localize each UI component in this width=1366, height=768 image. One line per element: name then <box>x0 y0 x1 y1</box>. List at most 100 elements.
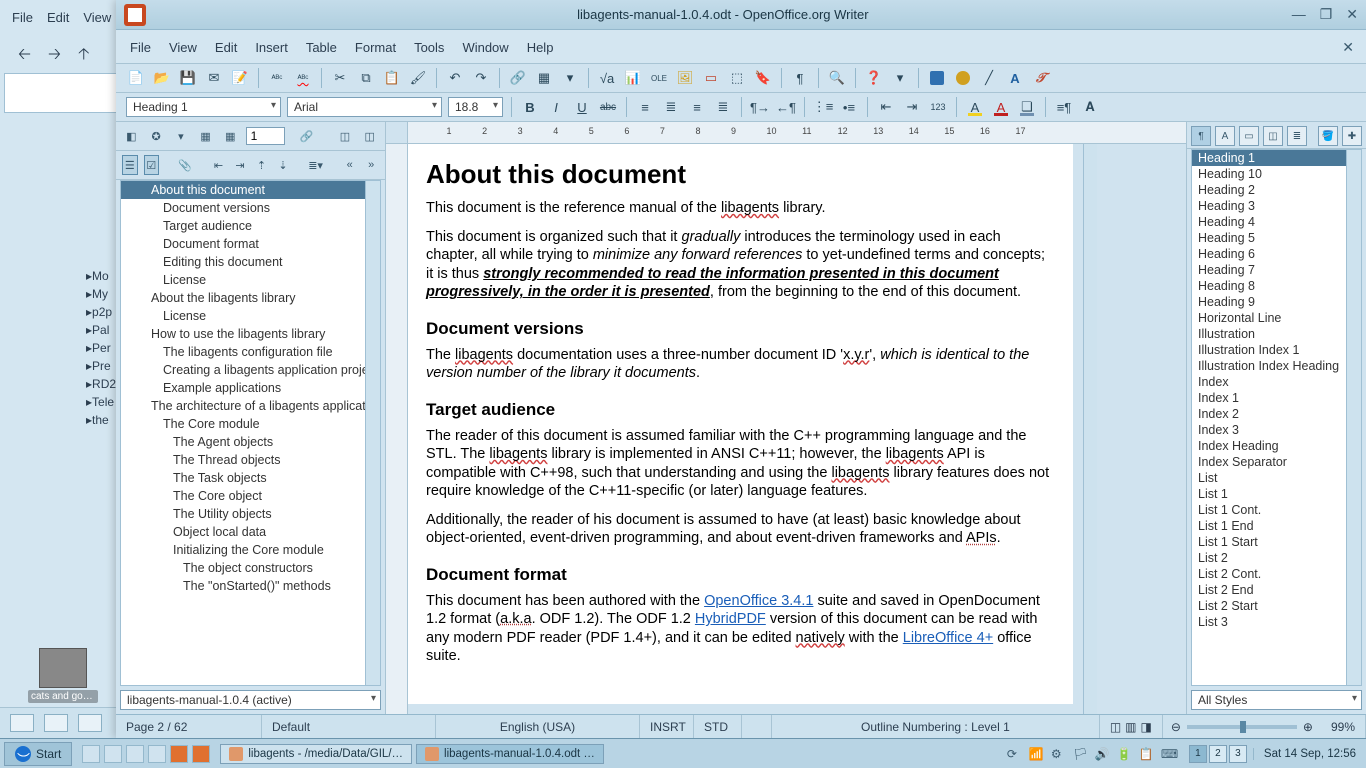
underline-button[interactable]: U <box>572 97 592 117</box>
text-shape-icon[interactable]: A <box>1005 68 1025 88</box>
style-list-item[interactable]: Illustration Index Heading <box>1192 358 1361 374</box>
navigator-outline-item[interactable]: About the libagents library <box>121 289 380 307</box>
navigator-outline-item[interactable]: The Thread objects <box>121 451 380 469</box>
edit-file-icon[interactable]: 📝 <box>230 68 250 88</box>
navigator-outline-item[interactable]: The "onStarted()" methods <box>121 577 380 595</box>
back-icon[interactable]: 🡠 <box>18 43 38 63</box>
style-list-item[interactable]: Index 3 <box>1192 422 1361 438</box>
fontwork-icon[interactable]: 𝒯 <box>1031 68 1051 88</box>
status-language[interactable]: English (USA) <box>436 715 640 738</box>
taskbar-task-button[interactable]: libagents-manual-1.0.4.odt … <box>416 744 604 764</box>
folder-item[interactable]: ▸ p2p <box>0 303 119 321</box>
forward-icon[interactable]: 🡢 <box>48 43 68 63</box>
ltr-button[interactable]: ¶→ <box>750 97 770 117</box>
style-list-item[interactable]: Index 2 <box>1192 406 1361 422</box>
chart-icon[interactable]: 📊 <box>623 68 643 88</box>
menu-help[interactable]: Help <box>527 40 554 55</box>
style-list-item[interactable]: Index <box>1192 374 1361 390</box>
rect-shape-icon[interactable] <box>927 68 947 88</box>
nav-dropdown-icon[interactable]: ▾ <box>171 126 190 146</box>
nonprinting-icon[interactable]: ¶ <box>790 68 810 88</box>
table-icon[interactable]: ▦ <box>534 68 554 88</box>
menu-view[interactable]: View <box>169 40 197 55</box>
paragraph-style-combo[interactable]: Heading 1 <box>126 97 281 117</box>
style-list-item[interactable]: Heading 9 <box>1192 294 1361 310</box>
doc-link-openoffice[interactable]: OpenOffice 3.4.1 <box>704 593 813 609</box>
menu-window[interactable]: Window <box>462 40 508 55</box>
nav-toggle-icon[interactable]: ◧ <box>122 126 141 146</box>
navigator-outline-item[interactable]: Initializing the Core module <box>121 541 380 559</box>
numbered-list-button[interactable]: ⋮≡ <box>813 97 833 117</box>
menu-table[interactable]: Table <box>306 40 337 55</box>
nav-link-icon[interactable]: 🔗 <box>297 126 316 146</box>
quick-launch-icon[interactable] <box>192 745 210 763</box>
style-list-item[interactable]: Horizontal Line <box>1192 310 1361 326</box>
folder-item[interactable]: ▸ Mo <box>0 267 119 285</box>
view-mode-icon[interactable] <box>44 714 68 732</box>
navigator-outline-item[interactable]: Object local data <box>121 523 380 541</box>
quick-launch-icon[interactable] <box>126 745 144 763</box>
style-list-item[interactable]: List 2 Start <box>1192 598 1361 614</box>
email-icon[interactable]: ✉ <box>204 68 224 88</box>
tray-clipboard-icon[interactable]: 📋 <box>1139 747 1153 761</box>
style-list-item[interactable]: Index 1 <box>1192 390 1361 406</box>
document-page[interactable]: About this document This document is the… <box>408 144 1073 704</box>
style-list-item[interactable]: List 2 End <box>1192 582 1361 598</box>
tray-flag-icon[interactable]: 🏳 <box>1073 747 1087 761</box>
tray-update-icon[interactable]: ⟳ <box>1007 747 1021 761</box>
fm-menu-view[interactable]: View <box>83 10 111 25</box>
style-list-item[interactable]: List 1 Cont. <box>1192 502 1361 518</box>
style-list-item[interactable]: Illustration Index 1 <box>1192 342 1361 358</box>
navigator-outline-item[interactable]: Editing this document <box>121 253 380 271</box>
bookmark-icon[interactable]: 🔖 <box>753 68 773 88</box>
menu-tools[interactable]: Tools <box>414 40 444 55</box>
titlebar[interactable]: libagents-manual-1.0.4.odt - OpenOffice.… <box>116 0 1366 30</box>
navigator-outline-item[interactable]: Document versions <box>121 199 380 217</box>
quick-launch-icon[interactable] <box>170 745 188 763</box>
style-list-item[interactable]: List 1 Start <box>1192 534 1361 550</box>
navigator-outline-item[interactable]: License <box>121 307 380 325</box>
nav-reminder-icon[interactable]: ◫ <box>336 126 355 146</box>
nav-chapter-up-icon[interactable]: « <box>342 155 358 175</box>
paragraph-styles-tab-icon[interactable]: ¶ <box>1191 126 1211 146</box>
navigator-outline-item[interactable]: How to use the libagents library <box>121 325 380 343</box>
folder-item[interactable]: ▸ RD2 <box>0 375 119 393</box>
status-insert-mode[interactable]: INSRT <box>640 715 694 738</box>
start-button[interactable]: Start <box>4 742 72 766</box>
close-button[interactable]: ✕ <box>1346 6 1358 23</box>
nav-chapter-down-icon[interactable]: » <box>363 155 379 175</box>
folder-item[interactable]: ▸ Per <box>0 339 119 357</box>
folder-item[interactable]: ▸ Tele <box>0 393 119 411</box>
whats-this-icon[interactable]: ▾ <box>890 68 910 88</box>
zoom-slider[interactable]: ⊖ ⊕ <box>1163 720 1321 734</box>
status-view-layout[interactable]: ◫▥◨ <box>1100 715 1163 738</box>
folder-item[interactable]: ▸ Pal <box>0 321 119 339</box>
status-selection-mode[interactable]: STD <box>694 715 742 738</box>
char-background-button[interactable]: ❏ <box>1017 97 1037 117</box>
nav-content-toggle-icon[interactable]: ☑ <box>144 155 160 175</box>
zoom-icon[interactable]: 🔍 <box>827 68 847 88</box>
folder-item[interactable]: ▸ My <box>0 285 119 303</box>
style-list-item[interactable]: List 1 <box>1192 486 1361 502</box>
rtl-button[interactable]: ←¶ <box>776 97 796 117</box>
navigator-outline-item[interactable]: The Core module <box>121 415 380 433</box>
nav-demote-icon[interactable]: ⇥ <box>232 155 248 175</box>
doc-link-hybridpdf[interactable]: HybridPDF <box>695 611 766 627</box>
section-icon[interactable]: ⬚ <box>727 68 747 88</box>
frame-icon[interactable]: ▭ <box>701 68 721 88</box>
decrease-indent-button[interactable]: ⇤ <box>876 97 896 117</box>
style-list-item[interactable]: Heading 1 <box>1192 150 1361 166</box>
fm-menu-edit[interactable]: Edit <box>47 10 69 25</box>
paste-icon[interactable]: 📋 <box>382 68 402 88</box>
status-page-style[interactable]: Default <box>262 715 436 738</box>
styles-list[interactable]: Heading 1Heading 10Heading 2Heading 3Hea… <box>1191 149 1362 686</box>
folder-item[interactable]: ▸ Pre <box>0 357 119 375</box>
page-styles-tab-icon[interactable]: ◫ <box>1263 126 1283 146</box>
character-styles-tab-icon[interactable]: A <box>1215 126 1235 146</box>
zoom-out-icon[interactable]: ⊖ <box>1171 720 1181 734</box>
increase-indent-button[interactable]: ⇥ <box>902 97 922 117</box>
horizontal-ruler[interactable]: 1234567891011121314151617 <box>386 122 1186 144</box>
style-list-item[interactable]: List 2 <box>1192 550 1361 566</box>
autospell-abc-icon[interactable]: ᴬᴮᶜ <box>293 68 313 88</box>
formula-icon[interactable]: √a <box>597 68 617 88</box>
